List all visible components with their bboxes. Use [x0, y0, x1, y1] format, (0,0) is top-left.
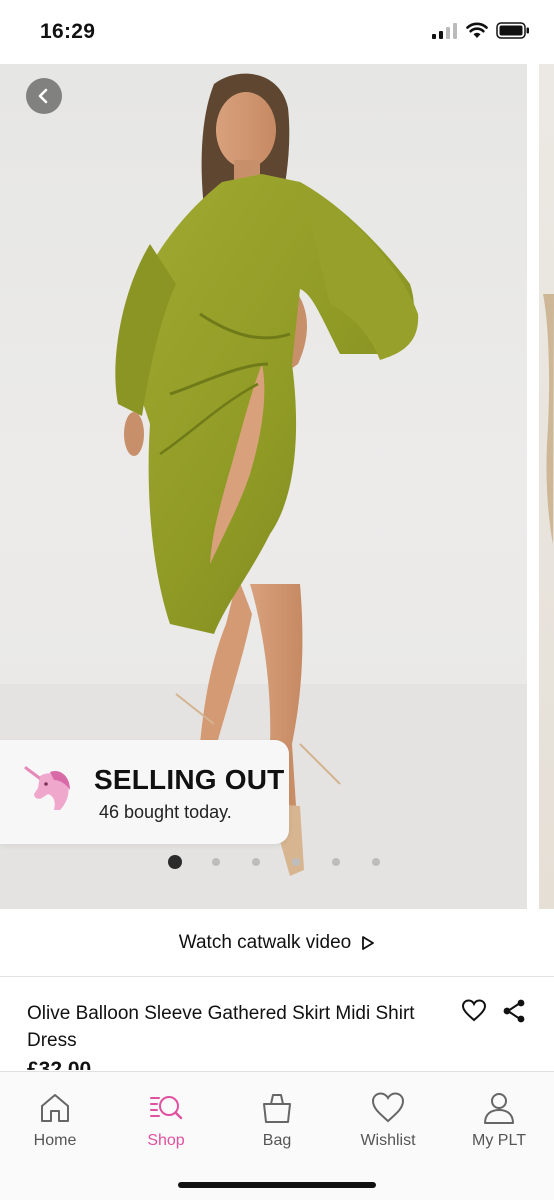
back-button[interactable]: [26, 78, 62, 114]
nav-item-wishlist[interactable]: Wishlist: [338, 1090, 438, 1160]
carousel-dot[interactable]: [252, 858, 260, 866]
status-time: 16:29: [40, 20, 96, 43]
carousel-dot[interactable]: [292, 858, 300, 866]
home-icon: [41, 1094, 69, 1122]
watch-catwalk-button[interactable]: Watch catwalk video: [0, 909, 554, 977]
product-gallery[interactable]: SELLING OUT 46 bought today.: [0, 64, 554, 909]
nav-item-my-plt[interactable]: My PLT: [449, 1090, 549, 1160]
next-product-image[interactable]: [539, 64, 554, 909]
heart-icon: [371, 1092, 405, 1123]
chevron-left-icon: [38, 88, 48, 104]
share-icon[interactable]: [502, 998, 526, 1024]
nav-label-my-plt: My PLT: [472, 1132, 526, 1149]
nav-label-bag: Bag: [262, 1132, 292, 1149]
product-title: Olive Balloon Sleeve Gathered Skirt Midi…: [27, 1003, 415, 1051]
bought-today-text: 46 bought today.: [99, 802, 232, 822]
battery-icon: [496, 22, 529, 39]
cellular-signal-icon: [432, 22, 457, 39]
nav-item-shop[interactable]: Shop: [116, 1090, 216, 1160]
selling-out-title: SELLING OUT: [94, 764, 285, 795]
catwalk-label: Watch catwalk video: [178, 931, 352, 953]
nav-label-shop: Shop: [147, 1132, 185, 1149]
status-bar: 16:29: [0, 0, 554, 64]
nav-label-home: Home: [33, 1132, 77, 1149]
shop-search-icon: [150, 1096, 183, 1120]
product-info: Olive Balloon Sleeve Gathered Skirt Midi…: [0, 978, 554, 1070]
selling-out-badge: SELLING OUT 46 bought today.: [0, 740, 289, 844]
product-image[interactable]: SELLING OUT 46 bought today.: [0, 64, 527, 909]
user-icon: [484, 1093, 514, 1124]
play-icon: [362, 935, 375, 950]
nav-item-bag[interactable]: Bag: [227, 1090, 327, 1160]
product-price: £32.00: [27, 1058, 92, 1070]
home-indicator: [178, 1182, 376, 1188]
nav-item-home[interactable]: Home: [5, 1090, 105, 1160]
carousel-dot[interactable]: [168, 855, 182, 869]
wishlist-heart-icon[interactable]: [461, 998, 487, 1024]
bag-icon: [263, 1094, 291, 1123]
unicorn-icon: [24, 766, 70, 810]
status-icons: [432, 22, 530, 39]
carousel-dot[interactable]: [332, 858, 340, 866]
carousel-dots: [168, 855, 412, 869]
carousel-dot[interactable]: [212, 858, 220, 866]
carousel-dot[interactable]: [372, 858, 380, 866]
wifi-icon: [466, 22, 488, 38]
bottom-nav: Home Shop Bag Wishlist My PLT: [0, 1071, 554, 1200]
pampas-decor-image: [543, 294, 554, 544]
nav-label-wishlist: Wishlist: [360, 1132, 416, 1149]
